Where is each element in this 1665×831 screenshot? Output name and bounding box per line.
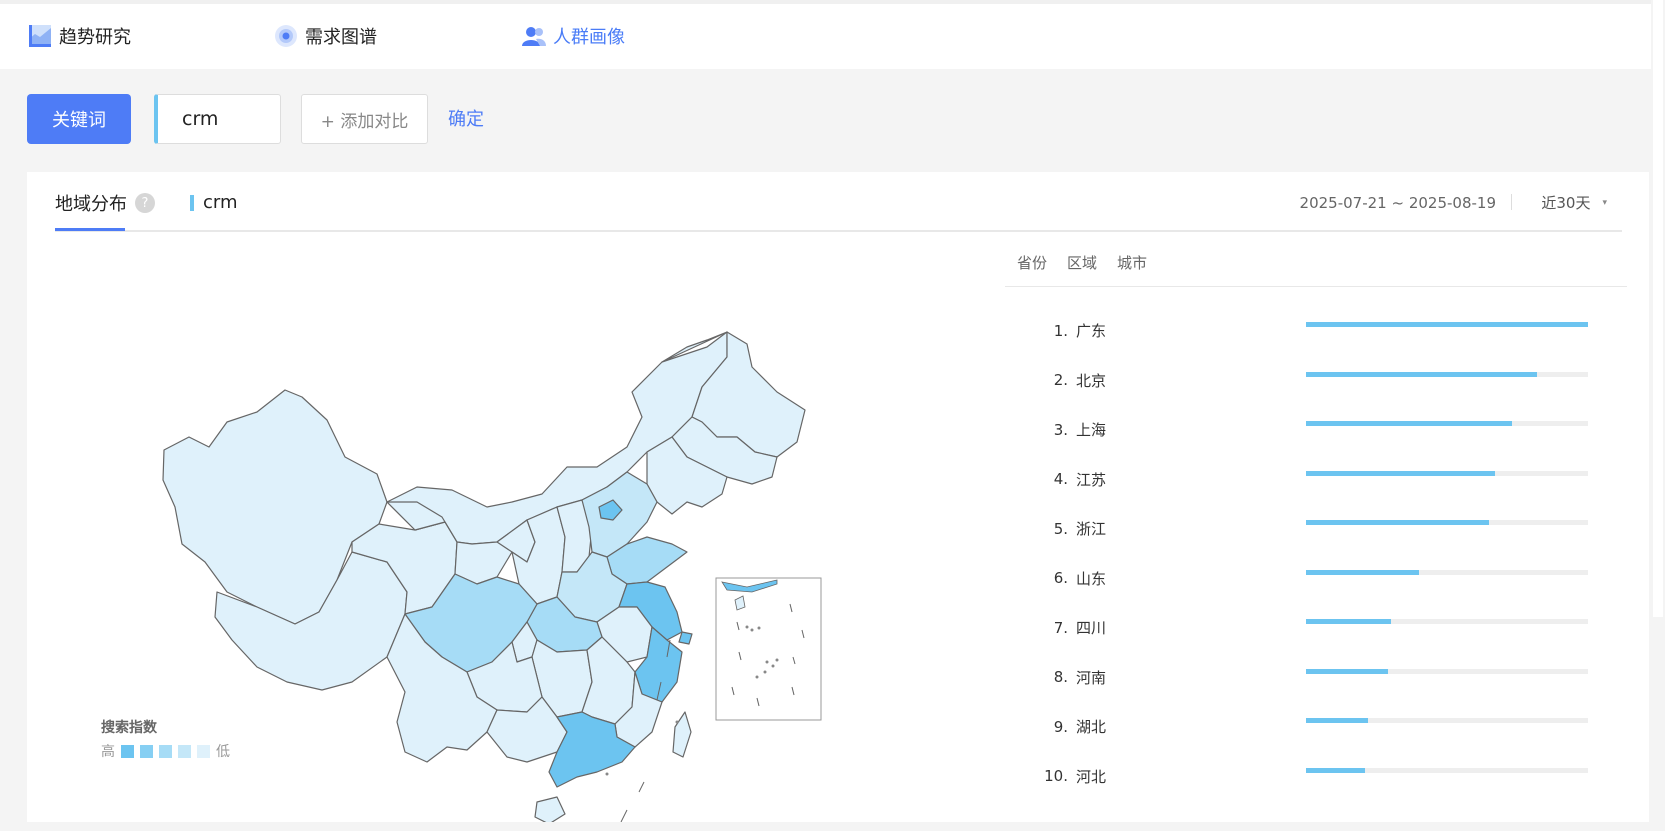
date-range: 2025-07-21 ~ 2025-08-19 xyxy=(1299,194,1496,212)
rank-bar-fill xyxy=(1306,371,1538,377)
nav-audience-profile[interactable]: 人群画像 xyxy=(521,22,625,50)
rank-bar-fill xyxy=(1306,668,1388,674)
rank-bar-fill xyxy=(1306,520,1490,525)
province-name: 河南 xyxy=(1076,668,1107,687)
rank-number: 2. xyxy=(1053,371,1068,390)
rank-bar-fill xyxy=(1306,767,1366,773)
rank-bar-fill xyxy=(1306,569,1419,575)
legend-title: 搜索指数 xyxy=(101,720,157,736)
ranking-row: 1. 广东 xyxy=(1005,306,1627,356)
ranking-row: 7. 四川 xyxy=(1005,603,1627,653)
rank-number: 7. xyxy=(1053,618,1068,637)
user-group-icon xyxy=(521,23,547,49)
legend-swatch xyxy=(197,744,210,758)
rank-bar-track xyxy=(1306,470,1588,476)
nav-trend-research[interactable]: 趋势研究 xyxy=(27,22,131,50)
rank-number: 5. xyxy=(1053,519,1068,538)
keyword-tag-label: crm xyxy=(203,192,238,213)
nav-label: 趋势研究 xyxy=(59,27,131,48)
rank-number: 1. xyxy=(1053,321,1068,340)
province-name: 北京 xyxy=(1076,371,1107,390)
legend-swatch xyxy=(140,744,153,758)
series-color-marker xyxy=(190,194,194,211)
chevron-down-icon: ▾ xyxy=(1602,197,1607,208)
trend-chart-icon xyxy=(27,23,53,49)
search-index-legend: 搜索指数 高 低 xyxy=(101,717,230,761)
ranking-row: 8. 河南 xyxy=(1005,653,1627,703)
rank-bar-fill xyxy=(1306,718,1369,723)
rank-bar-fill xyxy=(1306,421,1512,426)
add-compare-button[interactable]: + 添加对比 xyxy=(301,94,428,144)
period-dropdown[interactable]: 近30天 ▾ xyxy=(1541,192,1607,213)
rank-number: 9. xyxy=(1053,717,1068,736)
rank-number: 4. xyxy=(1053,470,1068,489)
rank-bar-track xyxy=(1306,668,1588,674)
province-name: 四川 xyxy=(1076,619,1107,638)
legend-swatch xyxy=(159,744,172,758)
rank-number: 8. xyxy=(1053,668,1068,687)
province-name: 浙江 xyxy=(1076,520,1107,539)
tab-area[interactable]: 区域 xyxy=(1067,247,1097,286)
rank-bar-fill xyxy=(1306,619,1391,624)
top-nav-bar: 趋势研究 需求图谱 人群画像 xyxy=(0,0,1665,69)
ranking-row: 6. 山东 xyxy=(1005,554,1627,604)
keyword-input[interactable]: crm xyxy=(154,94,281,144)
rank-bar-track xyxy=(1306,718,1588,723)
south-china-sea-inset xyxy=(715,577,822,721)
nav-label: 人群画像 xyxy=(553,27,625,48)
province-name: 广东 xyxy=(1076,322,1107,341)
province-ranking-list: 1. 广东 2. 北京 3. 上海 4. 江苏 5. 浙江 6. 山东 7. 四川 8. 河南 9. 湖北 10. 河… xyxy=(1005,306,1627,801)
nav-label: 需求图谱 xyxy=(305,27,377,48)
legend-high-label: 高 xyxy=(101,744,115,760)
legend-scale: 高 低 xyxy=(101,741,230,761)
province-name: 湖北 xyxy=(1076,718,1107,737)
region-hainan[interactable] xyxy=(534,796,566,822)
period-label: 近30天 xyxy=(1541,194,1591,212)
region-shanghai[interactable] xyxy=(678,631,693,645)
ranking-row: 3. 上海 xyxy=(1005,405,1627,455)
rank-number: 3. xyxy=(1053,420,1068,439)
legend-low-label: 低 xyxy=(216,744,230,760)
rank-bar-track xyxy=(1306,767,1588,773)
rank-bar-fill xyxy=(1306,470,1495,476)
legend-swatch xyxy=(178,744,191,758)
rank-bar-track xyxy=(1306,371,1588,377)
ranking-scope-tabs: 省份 区域 城市 xyxy=(1005,247,1627,287)
ranking-row: 10. 河北 xyxy=(1005,752,1627,802)
ranking-row: 5. 浙江 xyxy=(1005,504,1627,554)
legend-swatch xyxy=(121,744,134,758)
tab-province[interactable]: 省份 xyxy=(1017,247,1047,286)
province-name: 山东 xyxy=(1076,569,1107,588)
region-distribution-panel: 地域分布 ? crm 2025-07-21 ~ 2025-08-19 近30天 … xyxy=(27,172,1649,822)
rank-number: 10. xyxy=(1044,767,1068,786)
tab-region-distribution[interactable]: 地域分布 ? xyxy=(55,190,155,216)
province-name: 上海 xyxy=(1076,421,1107,440)
rank-bar-track xyxy=(1306,421,1588,426)
keyword-series-tag: crm xyxy=(190,192,238,213)
active-tab-indicator xyxy=(55,228,125,231)
ranking-row: 2. 北京 xyxy=(1005,356,1627,406)
rank-bar-track xyxy=(1306,520,1588,525)
tab-city[interactable]: 城市 xyxy=(1117,247,1147,286)
help-icon[interactable]: ? xyxy=(135,193,155,213)
rank-number: 6. xyxy=(1053,569,1068,588)
ranking-row: 4. 江苏 xyxy=(1005,455,1627,505)
divider xyxy=(1511,194,1512,210)
rank-bar-track xyxy=(1306,322,1588,327)
panel-header: 地域分布 ? crm 2025-07-21 ~ 2025-08-19 近30天 … xyxy=(55,172,1622,232)
nav-demand-graph[interactable]: 需求图谱 xyxy=(273,22,377,50)
radar-target-icon xyxy=(273,23,299,49)
rank-bar-track xyxy=(1306,619,1588,624)
confirm-button[interactable]: 确定 xyxy=(448,105,484,131)
tab-label: 地域分布 xyxy=(55,194,127,215)
rank-bar-track xyxy=(1306,569,1588,575)
scrollbar-thumb[interactable] xyxy=(1653,0,1663,617)
rank-bar-fill xyxy=(1306,322,1588,327)
ranking-row: 9. 湖北 xyxy=(1005,702,1627,752)
region-taiwan[interactable] xyxy=(672,711,692,758)
page-scrollbar[interactable] xyxy=(1651,0,1665,831)
keyword-label-button[interactable]: 关键词 xyxy=(27,94,131,144)
province-name: 河北 xyxy=(1076,767,1107,786)
province-name: 江苏 xyxy=(1076,470,1107,489)
